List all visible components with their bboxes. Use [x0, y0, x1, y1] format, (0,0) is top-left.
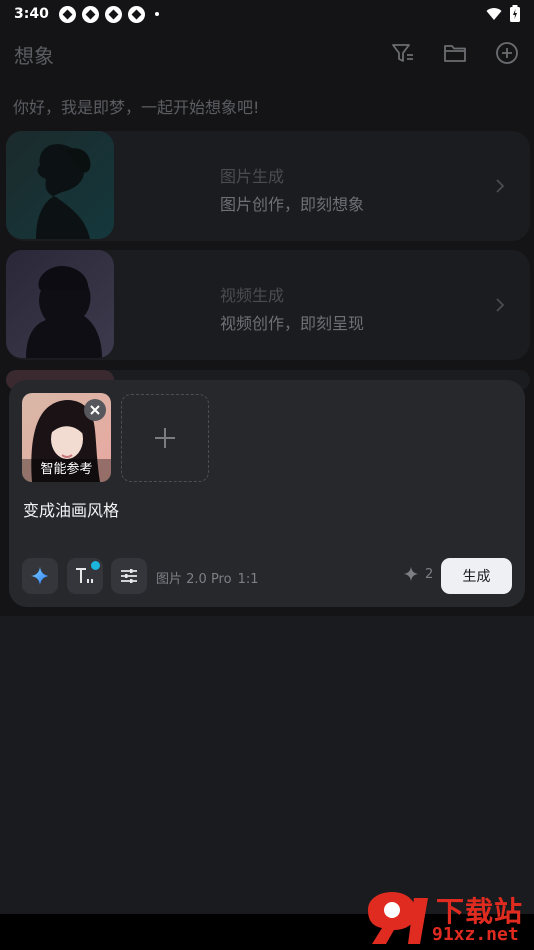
reference-label: 智能参考 — [40, 462, 93, 477]
notification-icons — [58, 5, 159, 23]
sparkle-icon — [403, 566, 419, 582]
app-notification-icon — [127, 5, 145, 23]
inspiration-button[interactable] — [22, 558, 58, 594]
header-actions — [390, 40, 520, 66]
add-circle-icon[interactable] — [494, 40, 520, 66]
plus-icon — [155, 428, 175, 448]
sliders-icon — [121, 569, 137, 583]
generate-button[interactable]: 生成 — [441, 558, 512, 594]
image-generation-card[interactable]: 图片生成 图片创作，即刻想象 — [6, 131, 530, 241]
text-style-button[interactable] — [67, 558, 103, 594]
chevron-right-icon — [496, 298, 505, 312]
site-logo-icon — [368, 892, 428, 944]
card-title: 视频生成 — [220, 286, 285, 305]
card-subtitle: 图片创作，即刻想象 — [220, 195, 365, 214]
model-selector[interactable]: 图片 2.0 Pro 1:1 — [156, 568, 259, 587]
prompt-composer: 智能参考 变成油画风格 图片 2.0 Pro 1:1 2 生成 — [9, 380, 525, 607]
remove-reference-button[interactable] — [84, 399, 106, 421]
card-title: 图片生成 — [220, 167, 285, 186]
aspect-ratio: 1:1 — [237, 572, 259, 587]
more-notifications-dot-icon — [154, 12, 159, 16]
video-generation-thumbnail — [6, 250, 114, 358]
wifi-icon — [486, 7, 502, 20]
prompt-input[interactable]: 变成油画风格 — [23, 497, 119, 521]
video-generation-card[interactable]: 视频生成 视频创作，即刻呈现 — [6, 250, 530, 360]
watermark-logo: 下载站 91xz.net — [362, 888, 532, 948]
status-time: 3:40 — [14, 6, 49, 22]
sparkle-icon — [31, 567, 49, 585]
app-header: 想象 — [0, 34, 534, 74]
model-name: 图片 2.0 Pro — [156, 572, 232, 587]
folder-icon[interactable] — [442, 40, 468, 66]
card-subtitle: 视频创作，即刻呈现 — [220, 314, 365, 333]
app-notification-icon — [58, 5, 76, 23]
app-notification-icon — [104, 5, 122, 23]
add-reference-button[interactable] — [121, 394, 209, 482]
chevron-right-icon — [496, 179, 505, 193]
watermark-url: 91xz.net — [432, 924, 519, 945]
status-bar: 3:40 — [0, 0, 534, 28]
app-notification-icon — [81, 5, 99, 23]
greeting-text: 你好，我是即梦，一起开始想象吧! — [13, 98, 260, 117]
image-generation-thumbnail — [6, 131, 114, 239]
close-icon — [90, 405, 100, 415]
credit-count: 2 — [425, 566, 434, 582]
battery-icon — [510, 5, 520, 22]
filter-icon[interactable] — [390, 40, 416, 66]
page-title: 想象 — [14, 43, 54, 68]
content-area — [0, 616, 534, 914]
settings-button[interactable] — [111, 558, 147, 594]
credit-cost: 2 — [403, 566, 433, 582]
new-dot-icon — [91, 561, 100, 570]
